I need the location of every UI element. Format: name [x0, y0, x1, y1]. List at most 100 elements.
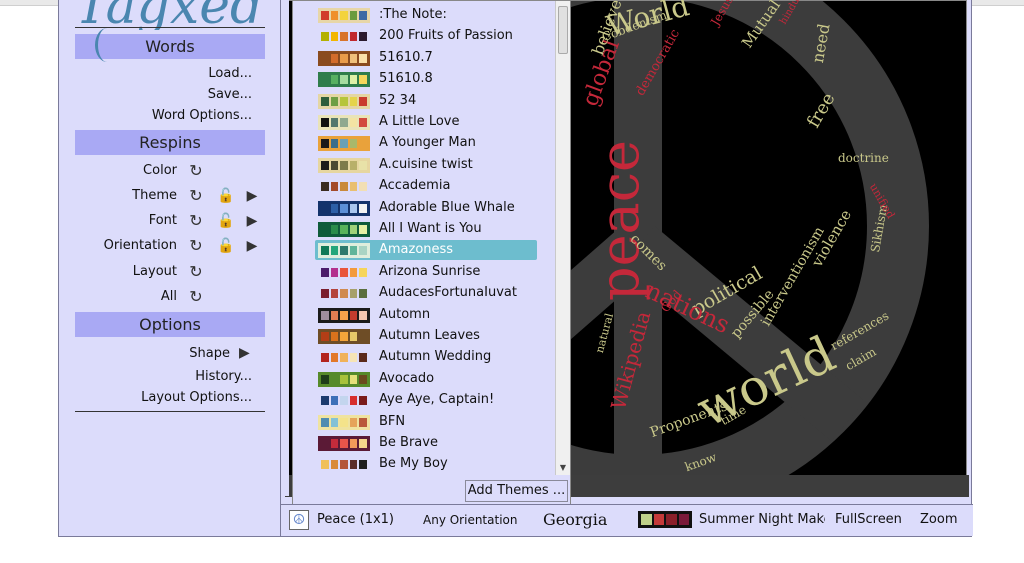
theme-item[interactable]: Automn — [315, 305, 537, 325]
theme-item[interactable]: Be My Boy — [315, 454, 537, 474]
theme-item[interactable]: Autumn Wedding — [315, 347, 537, 367]
respin-orientation-icon[interactable]: ↻ — [187, 237, 205, 255]
status-theme-swatch[interactable] — [638, 511, 692, 528]
respin-orientation-label: Orientation — [103, 238, 177, 253]
status-font[interactable]: Georgia — [543, 505, 607, 535]
theme-item[interactable]: Avocado — [315, 369, 537, 389]
theme-swatch — [318, 29, 370, 45]
respin-layout-label: Layout — [132, 264, 177, 279]
theme-item[interactable]: Aye Aye, Captain! — [315, 390, 537, 410]
respin-theme-icon[interactable]: ↻ — [187, 187, 205, 205]
status-theme[interactable]: Summer Night Make — [699, 505, 825, 535]
theme-item[interactable]: A Younger Man — [315, 133, 537, 153]
theme-name: 51610.7 — [379, 49, 433, 65]
peace-shape-icon[interactable]: ☮ — [289, 510, 309, 530]
theme-item[interactable]: 51610.8 — [315, 69, 537, 89]
respin-all-label: All — [160, 289, 177, 304]
theme-list[interactable]: :The Note: 200 Fruits of Passion 51610.7 51… — [293, 1, 556, 475]
theme-name: Amazoness — [379, 242, 454, 258]
theme-swatch — [318, 436, 370, 451]
theme-swatch — [318, 157, 370, 173]
theme-swatch — [318, 371, 370, 387]
cloud-word: peace — [588, 140, 651, 301]
zoom-button[interactable]: Zoom — [920, 505, 957, 535]
theme-swatch — [318, 457, 370, 473]
theme-swatch — [318, 179, 370, 195]
history-link[interactable]: History... — [195, 369, 252, 384]
theme-name: A.cuisine twist — [379, 156, 473, 172]
theme-picker-panel: :The Note: 200 Fruits of Passion 51610.7 51… — [292, 0, 571, 506]
theme-item[interactable]: :The Note: — [315, 5, 537, 25]
theme-item[interactable]: Be Brave — [315, 433, 537, 453]
fullscreen-button[interactable]: FullScreen — [835, 505, 902, 535]
respin-font-label: Font — [148, 213, 177, 228]
load-link[interactable]: Load... — [208, 66, 252, 81]
respin-color-icon[interactable]: ↻ — [187, 162, 205, 180]
theme-name: Aye Aye, Captain! — [379, 392, 495, 408]
shape-expand-arrow-icon[interactable]: ▶ — [239, 345, 250, 361]
theme-swatch — [318, 72, 370, 88]
theme-name: Autumn Leaves — [379, 328, 480, 343]
orientation-expand-arrow-icon[interactable]: ▶ — [243, 237, 261, 255]
save-link[interactable]: Save... — [208, 87, 252, 102]
theme-expand-arrow-icon[interactable]: ▶ — [243, 187, 261, 205]
theme-item[interactable]: 200 Fruits of Passion — [315, 26, 537, 46]
theme-swatch — [318, 93, 370, 109]
respin-theme-label: Theme — [132, 188, 177, 203]
theme-item[interactable]: A.cuisine twist — [315, 155, 537, 175]
shape-link[interactable]: Shape — [189, 346, 230, 361]
theme-item[interactable]: 52 34 — [315, 91, 537, 111]
theme-item[interactable]: Adorable Blue Whale — [315, 198, 537, 218]
respins-section-header[interactable]: Respins — [75, 130, 265, 155]
layout-options-link[interactable]: Layout Options... — [141, 390, 252, 405]
theme-item[interactable]: AudacesFortunaIuvat — [315, 283, 537, 303]
word-options-link[interactable]: Word Options... — [152, 108, 252, 123]
theme-swatch — [318, 243, 370, 259]
theme-name: AudacesFortunaIuvat — [379, 285, 517, 301]
theme-name: :The Note: — [379, 7, 447, 22]
status-orientation[interactable]: Any Orientation — [423, 505, 517, 535]
theme-item[interactable]: Arizona Sunrise — [315, 262, 537, 282]
theme-lock-icon[interactable]: 🔓 — [217, 187, 235, 205]
theme-item[interactable]: All I Want is You — [315, 219, 537, 239]
theme-name: Avocado — [379, 370, 435, 386]
theme-name: Be Brave — [379, 435, 438, 450]
status-shape[interactable]: Peace (1x1) — [317, 505, 394, 535]
respin-color-label: Color — [143, 163, 177, 178]
theme-name: Automn — [379, 306, 431, 322]
scroll-down-arrow-icon[interactable]: ▼ — [558, 463, 568, 473]
theme-name: 52 34 — [379, 92, 417, 108]
theme-swatch — [318, 264, 370, 280]
theme-name: Arizona Sunrise — [379, 263, 481, 279]
theme-item[interactable]: A Little Love — [315, 112, 537, 132]
respin-theme-row: Theme ↻ 🔓 ▶ — [59, 186, 269, 206]
theme-name: Autumn Wedding — [379, 349, 492, 365]
theme-item[interactable]: Autumn Leaves — [315, 326, 537, 346]
theme-list-scrollbar[interactable]: ▼ — [555, 1, 570, 475]
theme-swatch — [318, 8, 370, 23]
respin-font-row: Font ↻ 🔓 ▶ — [59, 211, 269, 231]
respin-font-icon[interactable]: ↻ — [187, 212, 205, 230]
theme-swatch — [318, 286, 370, 302]
theme-item[interactable]: Accademia — [315, 176, 537, 196]
theme-swatch — [318, 200, 370, 216]
theme-item[interactable]: BFN — [315, 412, 537, 432]
respin-orientation-row: Orientation ↻ 🔓 ▶ — [59, 236, 269, 256]
theme-item[interactable]: 51610.7 — [315, 48, 537, 68]
theme-item[interactable]: Amazoness — [315, 240, 537, 261]
theme-swatch — [318, 350, 370, 366]
options-section-header[interactable]: Options — [75, 312, 265, 337]
theme-swatch — [318, 307, 370, 323]
font-lock-icon[interactable]: 🔓 — [217, 212, 235, 230]
tagxedo-app: Tagxedo Words Load... Save... Word Optio… — [58, 0, 973, 537]
font-expand-arrow-icon[interactable]: ▶ — [243, 212, 261, 230]
theme-swatch — [318, 115, 370, 130]
theme-name: A Little Love — [379, 114, 460, 129]
theme-swatch — [318, 222, 370, 237]
orientation-lock-icon[interactable]: 🔓 — [217, 237, 235, 255]
respin-all-icon[interactable]: ↻ — [187, 288, 205, 306]
scrollbar-thumb[interactable] — [558, 6, 568, 54]
tagxedo-logo: Tagxedo — [75, 0, 265, 30]
respin-layout-icon[interactable]: ↻ — [187, 263, 205, 281]
add-themes-button[interactable]: Add Themes ... — [465, 480, 568, 502]
